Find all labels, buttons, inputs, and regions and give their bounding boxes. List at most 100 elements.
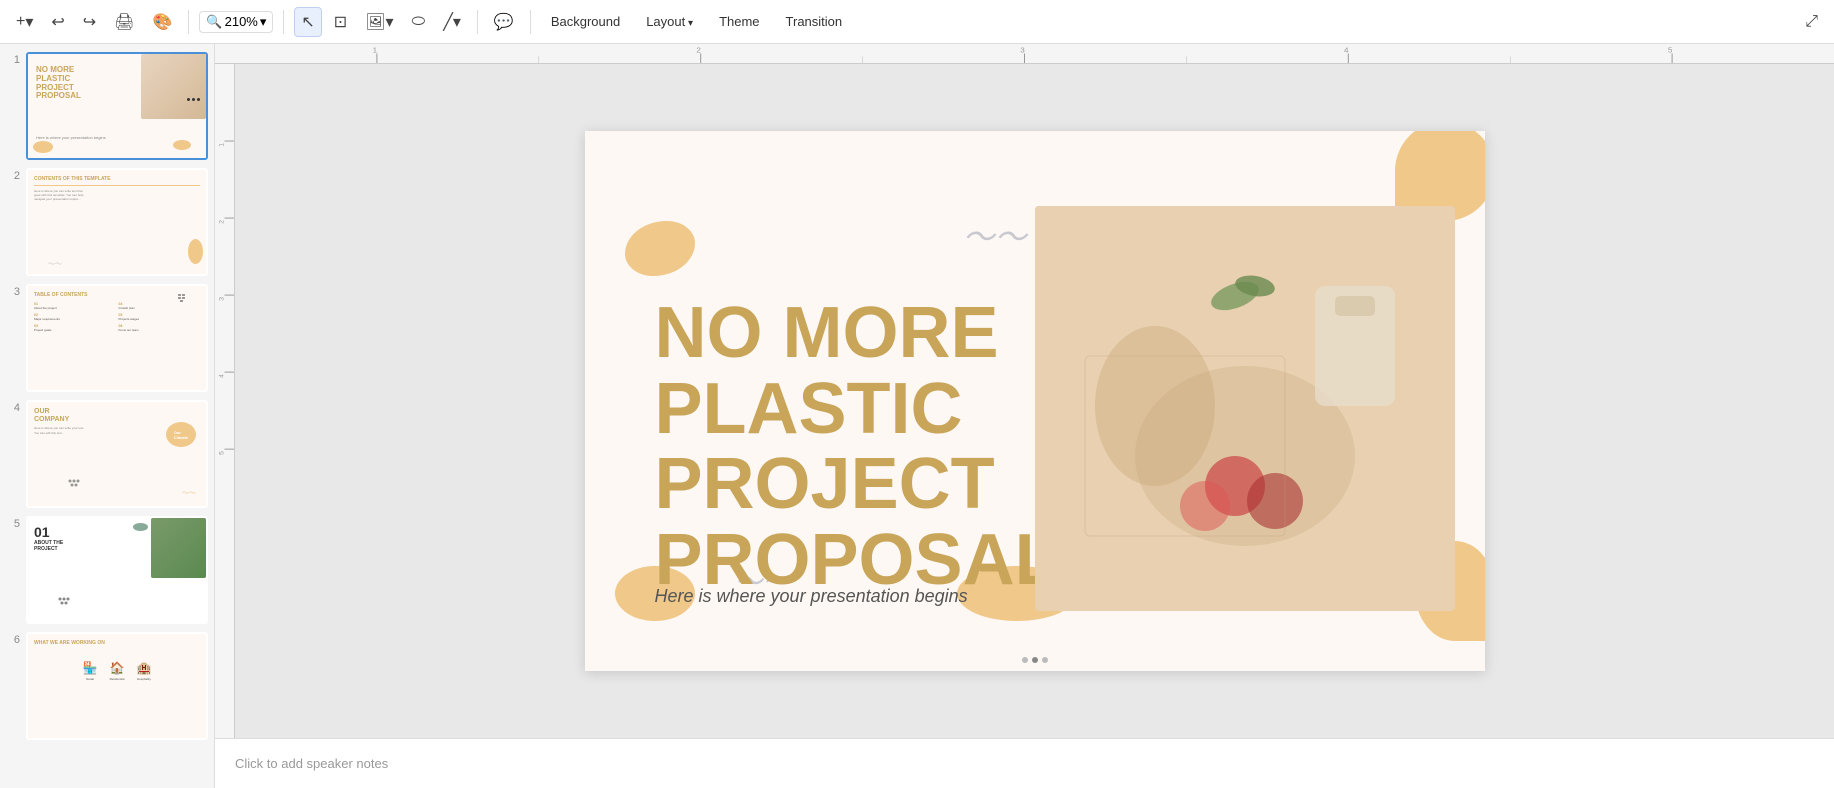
theme-button[interactable]: Theme [709,10,769,33]
svg-text:4: 4 [219,374,226,378]
slide-number-2: 2 [6,168,20,182]
slide2-thumb-text: Here is where you can write text thatgoe… [34,189,200,202]
slide1-dots [186,89,201,107]
slide5-leaf [133,523,148,531]
slide2-thumb-title: CONTENTS OF THIS TEMPLATE [34,176,200,182]
add-icon: + [16,13,25,31]
slide-thumbnail-6[interactable]: 6 WHAT WE ARE WORKING ON 🏪 Retail 🏠 R [6,632,208,740]
divider-3 [477,10,478,34]
text-box-icon: ⊡ [334,12,347,32]
slide1-thumbnail-img [141,54,206,119]
toolbar: +▾ ↩ ↪ 🖨 🎨 🔍 210% ▾ ↖ ⊡ 🖼▾ ⬭ ╱▾ 💬 Backgr… [0,0,1834,44]
wave-top-center: 〜〜 [963,221,1027,253]
maximize-button[interactable]: ⤢ [1799,9,1824,35]
nav-dot-1 [1022,657,1028,663]
svg-text:4: 4 [1344,46,1349,55]
svg-text:2: 2 [219,220,226,224]
ruler-left: 1 2 3 4 5 [215,64,235,738]
divider-4 [530,10,531,34]
redo-button[interactable]: ↪ [77,8,102,36]
main-slide-title[interactable]: NO MORE PLASTIC PROJECT PROPOSAL [655,296,1059,598]
slide3-grid: 01About the project 04Growth plan 02Majo… [34,302,200,332]
divider-1 [188,10,189,34]
image-button[interactable]: 🖼▾ [359,8,399,36]
slide4-wave: 〜〜 [182,488,196,498]
canvas-area: 1 2 3 4 5 [215,44,1834,788]
zoom-value: 210% [225,14,258,29]
slide1-blob-bl [33,141,53,153]
svg-text:5: 5 [219,451,226,455]
slide-number-4: 4 [6,400,20,414]
slide-preview-5[interactable]: 01 ABOUT THEPROJECT [26,516,208,624]
print-button[interactable]: 🖨 [108,8,140,36]
slide-nav-dots [1022,657,1048,663]
slide5-img [151,518,206,578]
slide-preview-6[interactable]: WHAT WE ARE WORKING ON 🏪 Retail 🏠 Reside… [26,632,208,740]
cursor-button[interactable]: ↖ [294,7,321,37]
shape-icon: ⬭ [412,13,426,31]
canvas-body: 1 2 3 4 5 [215,64,1834,738]
svg-text:1: 1 [219,143,226,147]
line-button[interactable]: ╱▾ [437,8,467,36]
slide2-wave: 〜〜 [48,259,62,269]
background-button[interactable]: Background [541,10,630,33]
transition-button[interactable]: Transition [776,10,853,33]
main-slide[interactable]: 〜〜 〜〜 〜〜 [585,131,1485,671]
slide-canvas[interactable]: 〜〜 〜〜 〜〜 [235,64,1834,738]
svg-text:1: 1 [373,46,378,55]
maximize-icon: ⤢ [1805,13,1818,31]
blob-top-left [625,221,695,276]
slide-thumbnail-4[interactable]: 4 OURCOMPANY Here is where you can write… [6,400,208,508]
slide-preview-4[interactable]: OURCOMPANY Here is where you can write y… [26,400,208,508]
cursor-icon: ↖ [301,12,314,32]
slide1-blob-br [173,140,191,150]
paint-icon: 🎨 [153,12,173,32]
slide-thumbnail-2[interactable]: 2 CONTENTS OF THIS TEMPLATE Here is wher… [6,168,208,276]
text-box-button[interactable]: ⊡ [328,8,353,36]
nav-dot-2 [1032,657,1038,663]
slide1-thumb-title: NO MOREPLASTICPROJECTPROPOSAL [36,66,81,101]
zoom-control[interactable]: 🔍 210% ▾ [199,11,273,33]
image-icon: 🖼 [365,12,385,32]
layout-button[interactable]: Layout [636,10,703,33]
slide-thumbnail-3[interactable]: 3 TABLE OF CONTENTS [6,284,208,392]
photo-placeholder [1035,206,1455,611]
slide-panel: 1 NO MOREPLASTICPROJECTPROPOSAL Here is … [0,44,215,788]
divider-2 [283,10,284,34]
slide2-line [34,185,200,186]
slide-preview-2[interactable]: CONTENTS OF THIS TEMPLATE Here is where … [26,168,208,276]
svg-text:2: 2 [696,46,701,55]
slide-preview-3[interactable]: TABLE OF CONTENTS [26,284,208,392]
main-slide-subtitle[interactable]: Here is where your presentation begins [655,586,968,607]
ruler-top: 1 2 3 4 5 [215,44,1834,64]
slide4-thumb-title: OURCOMPANY [34,408,200,423]
slide-thumbnail-1[interactable]: 1 NO MOREPLASTICPROJECTPROPOSAL Here is … [6,52,208,160]
slide-number-5: 5 [6,516,20,530]
print-icon: 🖨 [114,12,134,32]
nav-dot-3 [1042,657,1048,663]
undo-icon: ↩ [51,12,64,32]
slide-preview-1[interactable]: NO MOREPLASTICPROJECTPROPOSAL Here is wh… [26,52,208,160]
shape-button[interactable]: ⬭ [406,9,432,35]
slide6-icons: 🏪 Retail 🏠 Residential 🏨 Hospitality [34,661,200,681]
paint-format-button[interactable]: 🎨 [147,8,179,36]
line-icon: ╱ [443,12,453,32]
undo-button[interactable]: ↩ [45,8,70,36]
add-button[interactable]: +▾ [10,8,39,36]
redo-icon: ↪ [83,12,96,32]
slide-thumbnail-5[interactable]: 5 01 ABOUT THEPROJECT [6,516,208,624]
slide-number-3: 3 [6,284,20,298]
slide3-thumb-title: TABLE OF CONTENTS [34,292,200,298]
slide-number-6: 6 [6,632,20,646]
svg-text:5: 5 [1668,46,1673,55]
speaker-notes[interactable]: Click to add speaker notes [215,738,1834,788]
svg-text:3: 3 [219,297,226,301]
main-slide-photo [1035,206,1455,611]
main-area: 1 NO MOREPLASTICPROJECTPROPOSAL Here is … [0,44,1834,788]
comment-icon: 💬 [494,12,514,32]
comment-button[interactable]: 💬 [488,8,520,36]
slide2-blob [188,239,203,264]
slide4-dots [68,476,86,494]
zoom-icon: 🔍 [206,14,222,30]
svg-text:3: 3 [1020,46,1025,55]
